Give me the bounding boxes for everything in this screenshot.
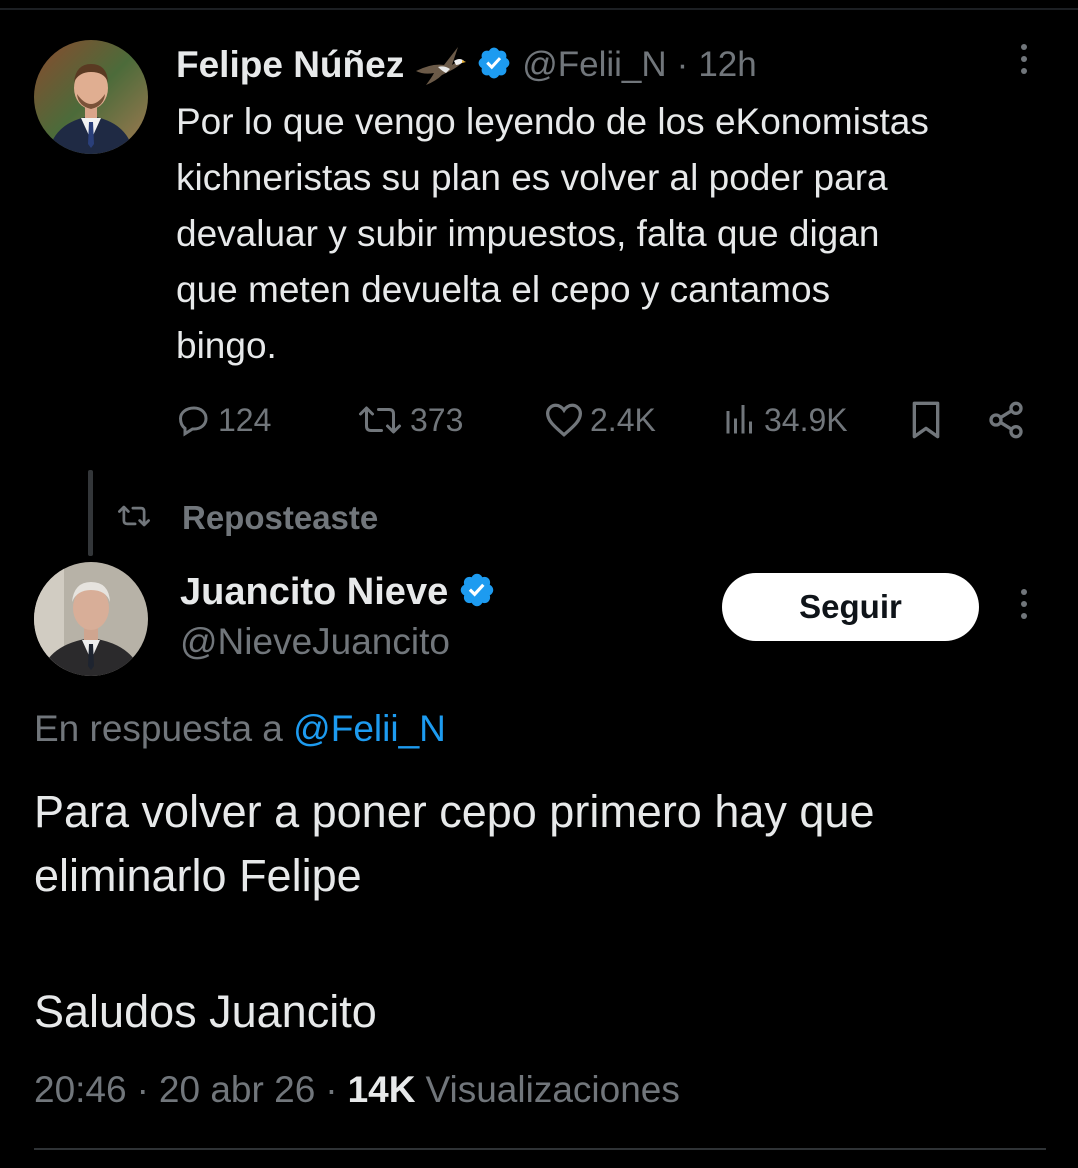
reply-icon [176, 402, 212, 438]
verified-badge-icon [458, 571, 496, 614]
reply-author: Juancito Nieve [180, 566, 496, 618]
follow-button[interactable]: Seguir [722, 573, 979, 641]
bottom-divider [34, 1148, 1046, 1150]
handle-felipe[interactable]: @Felii_N [522, 45, 666, 85]
more-options-icon[interactable] [1018, 589, 1030, 619]
views-icon [722, 402, 758, 438]
tweet-body: Por lo que vengo leyendo de los eKonomis… [176, 94, 1056, 374]
reply-time[interactable]: 20:46 [34, 1066, 127, 1114]
views-count-total: 14K [347, 1069, 416, 1110]
repost-indicator: Reposteaste [116, 496, 378, 540]
avatar-felipe[interactable] [34, 40, 148, 154]
bookmark-icon[interactable] [908, 400, 944, 445]
like-count: 2.4K [590, 401, 656, 438]
avatar-juancito[interactable] [34, 562, 148, 676]
views-label: Visualizaciones [425, 1069, 680, 1110]
verified-badge-icon [476, 45, 512, 86]
separator-dot: · [325, 1069, 338, 1110]
reply-line: eliminarlo Felipe [34, 850, 362, 901]
reply-date[interactable]: 20 abr 26 [159, 1066, 315, 1114]
handle-juancito[interactable]: @NieveJuancito [180, 620, 450, 664]
repost-indicator-icon [116, 502, 152, 535]
in-reply-prefix: En respuesta a [34, 708, 283, 749]
eagle-emoji-icon [414, 41, 467, 89]
in-reply-handle-link[interactable]: @Felii_N [293, 708, 446, 749]
reply-body: Para volver a poner cepo primero hay que… [34, 780, 1044, 908]
tweet-line: devaluar y subir impuestos, falta que di… [176, 213, 880, 254]
share-icon[interactable] [986, 400, 1026, 445]
separator-dot: · [676, 45, 689, 84]
tweet-line: bingo. [176, 325, 277, 366]
tweet-line: Por lo que vengo leyendo de los eKonomis… [176, 101, 929, 142]
repost-count: 373 [410, 401, 464, 438]
more-options-icon[interactable] [1018, 44, 1030, 74]
repost-button[interactable]: 373 [356, 398, 463, 442]
reply-signoff: Saludos Juancito [34, 986, 377, 1037]
reply-count: 124 [218, 401, 272, 438]
tweet-meta: 20:46 · 20 abr 26 · 14K Visualizaciones [34, 1066, 680, 1114]
in-reply-to: En respuesta a @Felii_N [34, 706, 446, 752]
top-divider [0, 8, 1078, 10]
repost-indicator-label: Reposteaste [182, 499, 379, 536]
reply-button[interactable]: 124 [176, 398, 271, 442]
display-name-juancito[interactable]: Juancito Nieve [180, 571, 448, 614]
reply-line: Para volver a poner cepo primero hay que [34, 786, 875, 837]
like-button[interactable]: 2.4K [544, 398, 656, 442]
tweet-time[interactable]: 12h [698, 45, 756, 85]
tweet-line: kichneristas su plan es volver al poder … [176, 157, 888, 198]
like-icon [544, 402, 584, 438]
tweet-line: que meten devuelta el cepo y cantamos [176, 269, 831, 310]
repost-icon [356, 402, 404, 438]
separator-dot: · [136, 1069, 149, 1110]
display-name-felipe[interactable]: Felipe Núñez [176, 44, 404, 86]
thread-connector-line [88, 470, 93, 556]
tweet-header: Felipe Núñez @Felii_N · 12h [176, 40, 757, 90]
views-count: 34.9K [764, 401, 848, 438]
views-button[interactable]: 34.9K [722, 398, 848, 442]
